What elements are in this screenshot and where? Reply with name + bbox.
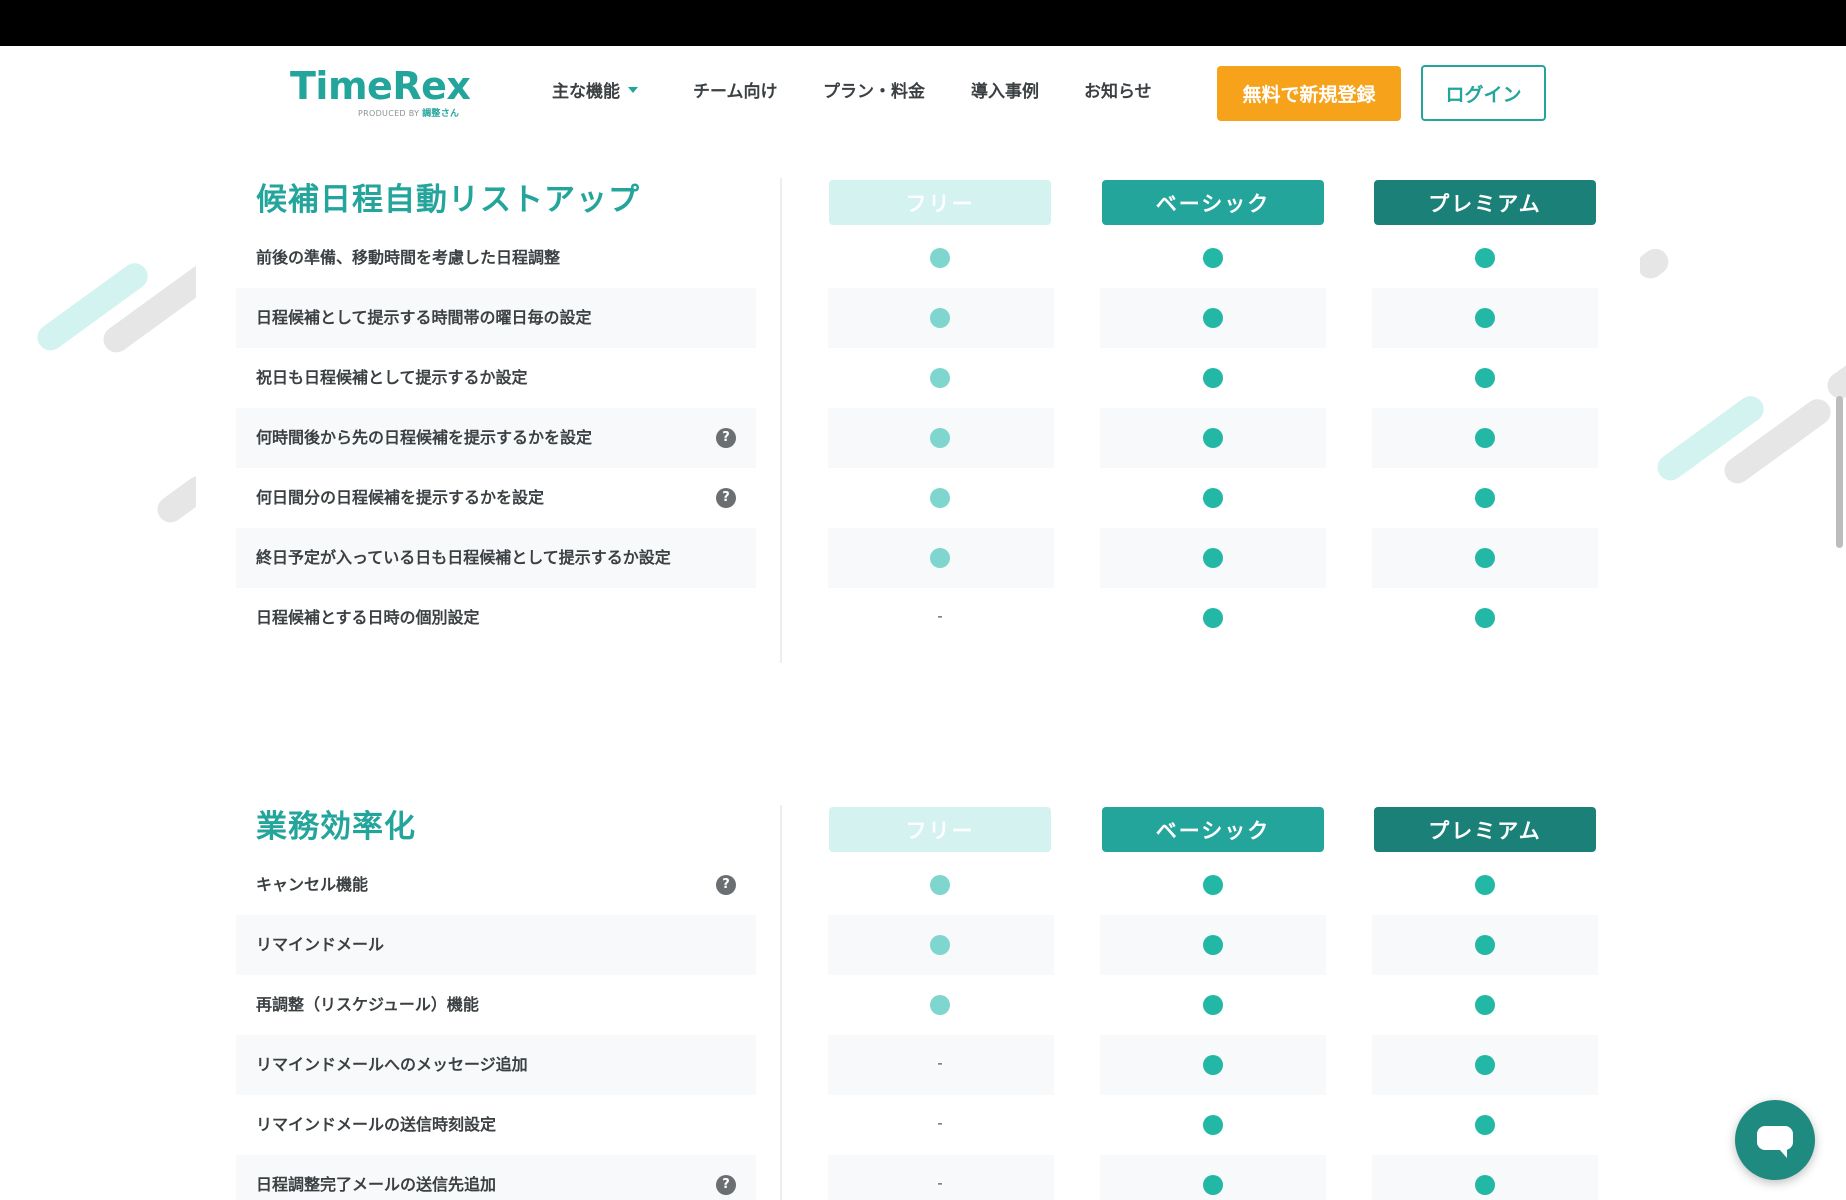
table-row: 祝日も日程候補として提示するか設定 [0, 348, 1846, 408]
included-dot-icon [1475, 308, 1495, 328]
included-dot-icon [1475, 428, 1495, 448]
included-dot-icon [930, 935, 950, 955]
section-title: 候補日程自動リストアップ [256, 182, 640, 218]
logo-text: TimeRex [290, 64, 471, 108]
table-row: キャンセル機能? [0, 855, 1846, 915]
table-row: リマインドメールの送信時刻設定 - [0, 1095, 1846, 1155]
nav-teams[interactable]: チーム向け [693, 80, 778, 104]
included-dot-icon [1475, 608, 1495, 628]
included-dot-icon [1203, 1115, 1223, 1135]
included-dot-icon [930, 488, 950, 508]
included-dot-icon [930, 875, 950, 895]
included-dot-icon [1475, 488, 1495, 508]
section-title: 業務効率化 [256, 809, 416, 845]
included-dot-icon [1203, 428, 1223, 448]
plan-premium-header: プレミアム [1374, 180, 1596, 225]
feature-label: 日程調整完了メールの送信先追加 [256, 1175, 497, 1194]
included-dot-icon [930, 428, 950, 448]
nav-news[interactable]: お知らせ [1084, 80, 1152, 104]
included-dot-icon [1203, 308, 1223, 328]
included-dot-icon [1475, 1115, 1495, 1135]
not-included-dash: - [937, 1054, 943, 1072]
included-dot-icon [1475, 248, 1495, 268]
feature-label: キャンセル機能 [256, 875, 369, 894]
included-dot-icon [1475, 995, 1495, 1015]
help-icon[interactable]: ? [716, 488, 736, 508]
included-dot-icon [1203, 608, 1223, 628]
table-row: 日程候補として提示する時間帯の曜日毎の設定 [0, 288, 1846, 348]
plan-premium-header: プレミアム [1374, 807, 1596, 852]
not-included-dash: - [937, 1114, 943, 1132]
feature-label: 再調整（リスケジュール）機能 [256, 995, 479, 1014]
nav-case-studies[interactable]: 導入事例 [971, 80, 1039, 104]
included-dot-icon [1203, 1055, 1223, 1075]
site-header: TimeRex PRODUCED BY 調整さん 主な機能 チーム向け プラン・… [0, 46, 1846, 140]
scrollbar-thumb[interactable] [1836, 396, 1843, 548]
included-dot-icon [1475, 368, 1495, 388]
plan-basic-header: ベーシック [1102, 807, 1324, 852]
plan-free-header: フリー [829, 180, 1051, 225]
included-dot-icon [1203, 1175, 1223, 1195]
help-icon[interactable]: ? [716, 1175, 736, 1195]
table-row: リマインドメールへのメッセージ追加 - [0, 1035, 1846, 1095]
table-row: 日程調整完了メールの送信先追加? - [0, 1155, 1846, 1200]
included-dot-icon [930, 368, 950, 388]
included-dot-icon [1475, 1175, 1495, 1195]
feature-label: リマインドメールへのメッセージ追加 [256, 1055, 528, 1074]
included-dot-icon [1475, 548, 1495, 568]
included-dot-icon [1203, 935, 1223, 955]
feature-label: リマインドメール [256, 935, 385, 954]
feature-label: 何時間後から先の日程候補を提示するかを設定 [256, 428, 593, 447]
feature-label: 祝日も日程候補として提示するか設定 [256, 368, 528, 387]
included-dot-icon [1203, 995, 1223, 1015]
feature-label: 前後の準備、移動時間を考慮した日程調整 [256, 248, 561, 267]
feature-label: 終日予定が入っている日も日程候補として提示するか設定 [256, 548, 671, 567]
included-dot-icon [1203, 548, 1223, 568]
included-dot-icon [1203, 488, 1223, 508]
nav-features[interactable]: 主な機能 [552, 80, 638, 104]
browser-top-bar [0, 0, 1846, 46]
feature-label: 何日間分の日程候補を提示するかを設定 [256, 488, 545, 507]
not-included-dash: - [937, 607, 943, 625]
help-icon[interactable]: ? [716, 428, 736, 448]
included-dot-icon [930, 995, 950, 1015]
logo-subtext: PRODUCED BY 調整さん [358, 109, 460, 119]
included-dot-icon [1203, 248, 1223, 268]
included-dot-icon [1475, 1055, 1495, 1075]
included-dot-icon [930, 248, 950, 268]
signup-button[interactable]: 無料で新規登録 [1217, 66, 1401, 121]
included-dot-icon [930, 548, 950, 568]
help-icon[interactable]: ? [716, 875, 736, 895]
chevron-down-icon [628, 87, 638, 93]
included-dot-icon [1475, 875, 1495, 895]
table-row: 何日間分の日程候補を提示するかを設定? [0, 468, 1846, 528]
table-row: 再調整（リスケジュール）機能 [0, 975, 1846, 1035]
chat-button[interactable] [1735, 1100, 1815, 1180]
included-dot-icon [930, 308, 950, 328]
included-dot-icon [1475, 935, 1495, 955]
feature-label: 日程候補とする日時の個別設定 [256, 608, 480, 627]
feature-label: 日程候補として提示する時間帯の曜日毎の設定 [256, 308, 592, 327]
included-dot-icon [1203, 368, 1223, 388]
plan-basic-header: ベーシック [1102, 180, 1324, 225]
table-row: リマインドメール [0, 915, 1846, 975]
nav-pricing[interactable]: プラン・料金 [823, 80, 925, 104]
table-row: 終日予定が入っている日も日程候補として提示するか設定 [0, 528, 1846, 588]
login-button[interactable]: ログイン [1421, 65, 1546, 121]
timerex-logo[interactable]: TimeRex PRODUCED BY 調整さん [290, 64, 480, 120]
chat-bubble-icon [1757, 1126, 1793, 1158]
table-row: 日程候補とする日時の個別設定 - [0, 588, 1846, 648]
table-row: 前後の準備、移動時間を考慮した日程調整 [0, 228, 1846, 288]
feature-label: リマインドメールの送信時刻設定 [256, 1115, 497, 1134]
table-row: 何時間後から先の日程候補を提示するかを設定? [0, 408, 1846, 468]
not-included-dash: - [937, 1174, 943, 1192]
plan-free-header: フリー [829, 807, 1051, 852]
included-dot-icon [1203, 875, 1223, 895]
